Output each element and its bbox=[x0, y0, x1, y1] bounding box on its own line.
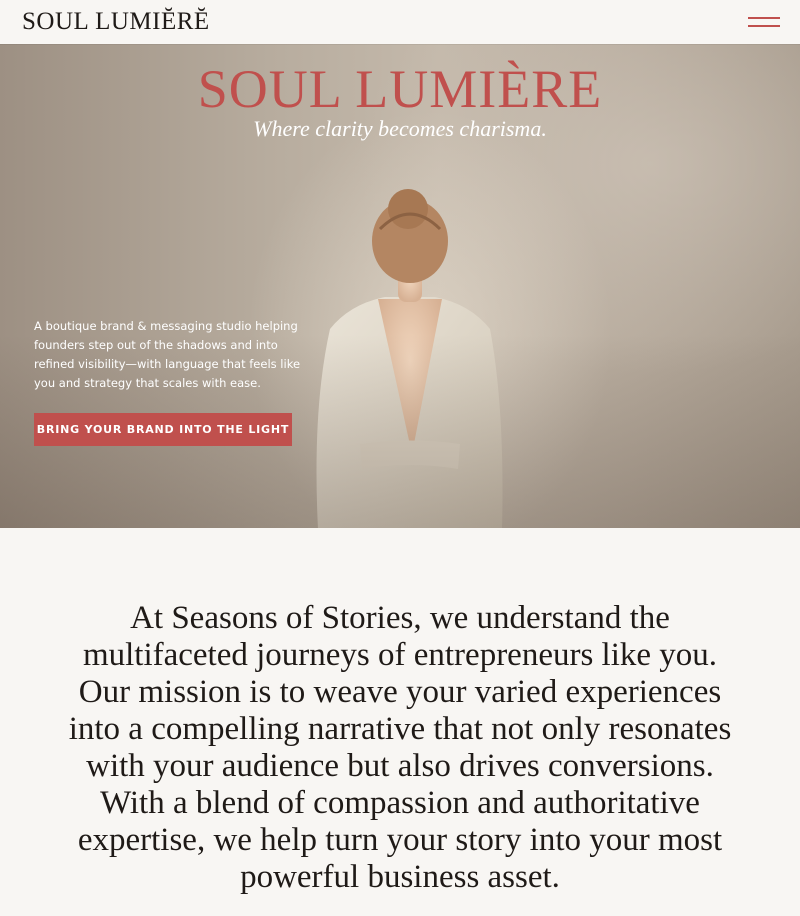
hero-description: A boutique brand & messaging studio help… bbox=[34, 319, 301, 390]
hamburger-menu-icon[interactable] bbox=[748, 15, 780, 29]
hero-title: SOUL LUMIÈRE bbox=[197, 59, 603, 119]
cta-button[interactable]: BRING YOUR BRAND INTO THE LIGHT bbox=[34, 413, 292, 446]
site-logo[interactable]: SOUL LUMIĔRĔ bbox=[22, 8, 210, 36]
site-header: SOUL LUMIĔRĔ bbox=[0, 0, 800, 44]
menu-line-top bbox=[748, 17, 780, 19]
page: SOUL LUMIĔRĔ SOUL LUMIÈRE Where clarity … bbox=[0, 0, 800, 916]
hero-section: SOUL LUMIÈRE Where clarity becomes chari… bbox=[0, 44, 800, 528]
menu-line-bottom bbox=[748, 25, 780, 27]
hero-tagline: Where clarity becomes charisma. bbox=[253, 116, 547, 141]
mission-statement: At Seasons of Stories, we understand the… bbox=[68, 600, 732, 895]
